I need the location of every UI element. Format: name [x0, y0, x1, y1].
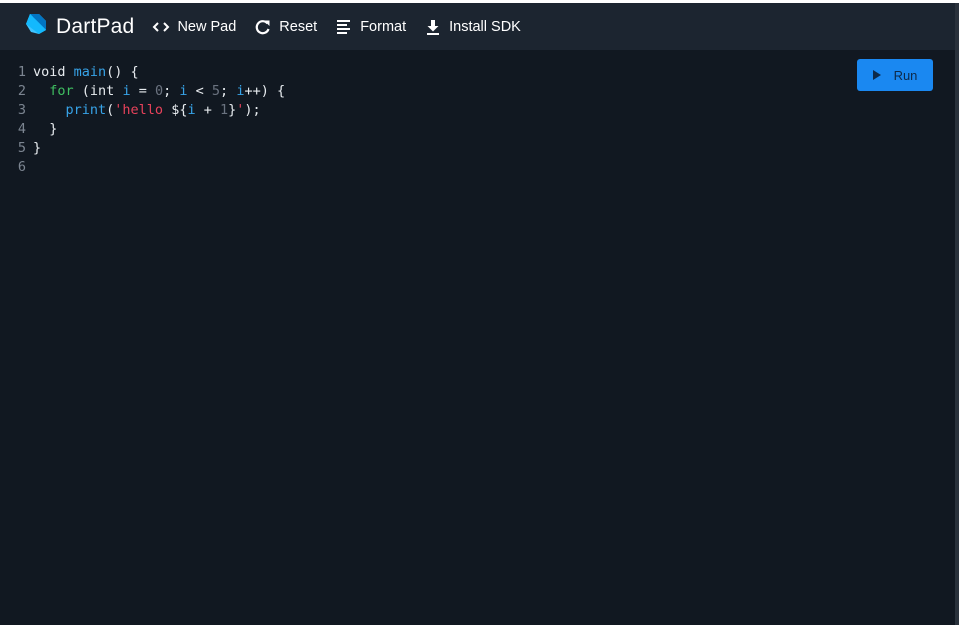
code-brackets-icon [152, 18, 170, 36]
format-label: Format [360, 18, 407, 35]
code-line: 6 [0, 158, 285, 177]
code-line: 3 print('hello ${i + 1}'); [0, 101, 285, 120]
line-number: 2 [17, 83, 26, 99]
line-source: } [33, 140, 42, 156]
code-content[interactable]: 1 void main() { 2 for (int i = 0; i < 5;… [0, 63, 285, 177]
line-source: } [33, 121, 58, 137]
code-line: 5 } [0, 139, 285, 158]
line-source: for (int i = 0; i < 5; i++) { [49, 83, 286, 99]
logo[interactable]: DartPad [24, 12, 134, 41]
reset-label: Reset [279, 18, 318, 35]
run-button[interactable]: Run [857, 59, 933, 91]
line-source: print('hello ${i + 1}'); [65, 102, 261, 118]
code-line: 2 for (int i = 0; i < 5; i++) { [0, 82, 285, 101]
code-line: 4 } [0, 120, 285, 139]
format-align-icon [335, 18, 353, 36]
line-number: 1 [17, 64, 26, 80]
install-sdk-label: Install SDK [449, 18, 521, 35]
line-number: 4 [17, 121, 26, 137]
line-source: void main() { [33, 64, 139, 80]
run-label: Run [893, 67, 918, 83]
code-line: 1 void main() { [0, 63, 285, 82]
line-number: 3 [17, 102, 26, 118]
new-pad-label: New Pad [177, 18, 237, 35]
dart-logo-icon [24, 12, 48, 41]
refresh-icon [254, 18, 272, 36]
download-icon [424, 18, 442, 36]
play-icon [872, 70, 881, 80]
reset-button[interactable]: Reset [254, 18, 317, 36]
app-title: DartPad [56, 14, 135, 38]
new-pad-button[interactable]: New Pad [152, 18, 236, 36]
install-sdk-button[interactable]: Install SDK [424, 18, 521, 36]
line-number: 5 [17, 140, 26, 156]
format-button[interactable]: Format [335, 18, 406, 36]
line-number: 6 [17, 159, 26, 175]
app-header: DartPad New Pad Reset Format Install SDK [0, 3, 955, 50]
scrollbar[interactable] [955, 3, 959, 625]
